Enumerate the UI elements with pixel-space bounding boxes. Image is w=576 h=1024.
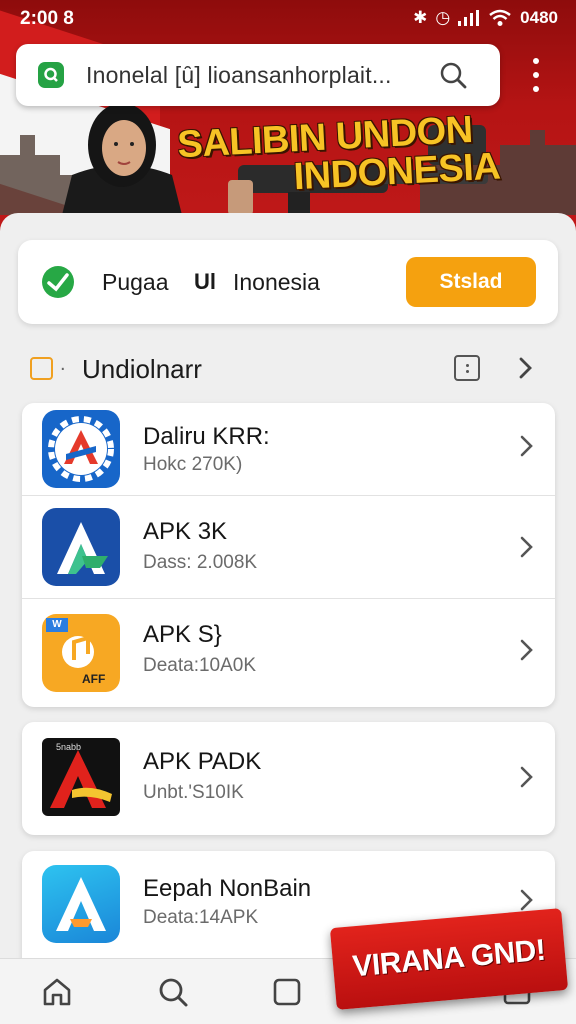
url-text[interactable]: Inonelal [ȗ] lioansanhorplait...	[86, 62, 431, 89]
language-option-2[interactable]: Inonesia	[233, 269, 320, 296]
app-list-group: Daliru KRR: Hokc 270K) APK 3K Dass: 2.00…	[22, 403, 555, 707]
list-item[interactable]: Daliru KRR: Hokc 270K)	[22, 403, 555, 496]
list-item[interactable]: W AFF APK S} Deata:10A0K	[22, 599, 555, 707]
chevron-right-icon[interactable]	[519, 764, 535, 790]
chevron-right-icon[interactable]	[516, 354, 536, 382]
chevron-right-icon[interactable]	[519, 534, 535, 560]
section-header: . Undiolnarr	[0, 345, 576, 391]
secure-site-icon[interactable]	[38, 62, 64, 88]
app-icon-label: AFF	[82, 672, 106, 686]
app-name: Eepah NonBain	[143, 875, 312, 902]
app-meta: Dass: 2.008K	[143, 552, 258, 573]
chevron-right-icon[interactable]	[519, 887, 535, 913]
check-circle-icon	[42, 266, 74, 298]
search-icon[interactable]	[439, 61, 467, 89]
section-title: Undiolnarr	[82, 354, 202, 384]
red-a-icon: 5nabb	[42, 738, 120, 816]
signal-icon	[458, 10, 480, 26]
app-meta: Deata:10A0K	[143, 655, 257, 676]
alarm-icon: ◷	[435, 8, 451, 27]
status-time: 2:00 8	[20, 8, 74, 29]
app-name: Daliru KRR:	[143, 423, 270, 450]
music-note-icon: W AFF	[42, 614, 120, 692]
woman-figure	[62, 103, 182, 215]
chevron-right-icon[interactable]	[519, 637, 535, 663]
home-icon[interactable]	[40, 975, 74, 1009]
address-bar[interactable]: Inonelal [ȗ] lioansanhorplait...	[16, 44, 500, 106]
wifi-icon	[489, 9, 511, 26]
app-meta: Hokc 270K)	[143, 454, 243, 475]
app-name: APK S}	[143, 621, 222, 648]
battery-text: 0480	[520, 8, 558, 27]
list-item[interactable]: 5nabb APK PADK Unbt.'S10IK	[22, 722, 555, 835]
overflow-menu-icon[interactable]	[527, 58, 545, 92]
status-icons: ✱ ◷ 0480	[413, 8, 558, 28]
search-icon[interactable]	[156, 975, 190, 1009]
status-bar: 2:00 8 ✱ ◷ 0480	[0, 0, 576, 40]
app-name: APK 3K	[143, 518, 228, 545]
banner-headline: SALIBIN UNDON INDONESIA	[176, 108, 502, 199]
app-name: APK PADK	[143, 748, 262, 775]
category-checkbox-icon[interactable]	[30, 357, 53, 380]
filter-icon[interactable]	[454, 355, 480, 381]
bluetooth-icon: ✱	[413, 8, 428, 27]
app-meta: Unbt.'S10IK	[143, 782, 244, 803]
app-icon-label: 5nabb	[56, 742, 82, 752]
start-button[interactable]: Stslad	[406, 257, 536, 307]
square-icon[interactable]	[270, 975, 304, 1009]
app-list-group: 5nabb APK PADK Unbt.'S10IK	[22, 722, 555, 835]
bullet-dot: .	[60, 353, 66, 375]
language-selector-card: Pugaa Ul Inonesia Stslad	[18, 240, 558, 324]
book-icon: Ul	[194, 269, 216, 294]
chevron-right-icon[interactable]	[519, 433, 535, 459]
app-icon-badge: W	[46, 618, 68, 632]
gear-a-icon	[42, 410, 120, 488]
list-item[interactable]: APK 3K Dass: 2.008K	[22, 496, 555, 599]
blue-a-icon	[42, 865, 120, 943]
app-meta: Deata:14APK	[143, 907, 259, 928]
language-option-1[interactable]: Pugaa	[102, 269, 169, 296]
a-logo-icon	[42, 508, 120, 586]
